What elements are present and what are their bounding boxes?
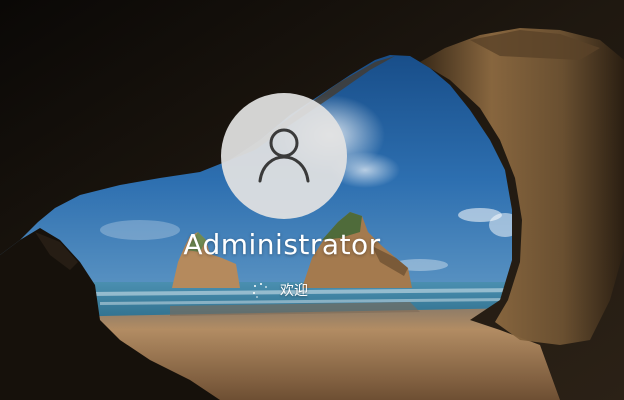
user-icon	[258, 128, 310, 183]
status-text: 欢迎	[280, 283, 308, 299]
user-avatar	[221, 93, 347, 219]
loading-spinner-icon	[252, 283, 268, 299]
sign-in-status: 欢迎	[252, 281, 308, 301]
user-name: Administrator	[183, 228, 381, 261]
lock-screen: Administrator 欢迎	[0, 0, 624, 400]
